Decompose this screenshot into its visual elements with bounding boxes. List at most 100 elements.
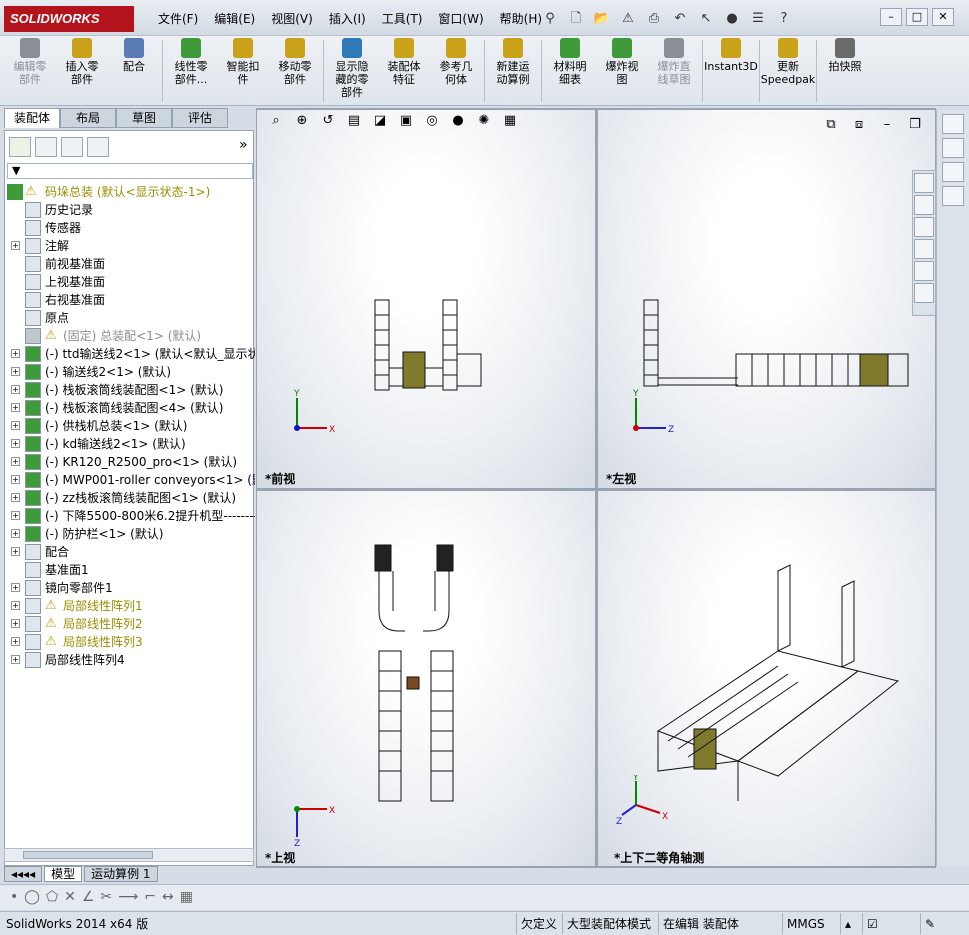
expand-toggle-icon[interactable]: + [11, 529, 20, 538]
cmd-button-7[interactable]: 装配体 特征 [378, 36, 430, 102]
tree-item[interactable]: 前视基准面 [5, 255, 255, 273]
file-explorer-icon[interactable] [914, 217, 934, 237]
open-folder-icon[interactable]: 📂 [592, 9, 612, 29]
configuration-manager-icon[interactable] [61, 137, 83, 157]
expand-toggle-icon[interactable]: + [11, 457, 20, 466]
polygon-icon[interactable]: ⬠ [46, 889, 58, 905]
tab-layout[interactable]: 布局 [60, 108, 116, 128]
menu-insert[interactable]: 插入(I) [321, 10, 374, 28]
undo-icon[interactable]: ↶ [670, 9, 690, 29]
tree-item[interactable]: + 镜向零部件1 [5, 579, 255, 597]
cmd-button-4[interactable]: 智能扣 件 [217, 36, 269, 102]
pin-icon[interactable]: ⚲ [540, 9, 560, 29]
single-view-icon[interactable]: ⧈ [848, 116, 870, 134]
cmd-button-6[interactable]: 显示隐 藏的零 部件 [326, 36, 378, 102]
expand-toggle-icon[interactable]: + [11, 601, 20, 610]
scrollbar-thumb[interactable] [23, 851, 153, 859]
tree-item[interactable]: 原点 [5, 309, 255, 327]
property-manager-icon[interactable] [35, 137, 57, 157]
tree-item[interactable]: + ⚠ 局部线性阵列2 [5, 615, 255, 633]
tab-scroll-arrows[interactable]: ◂◂◂◂ [4, 866, 43, 882]
corner-icon[interactable]: ⌐ [144, 889, 156, 905]
section-view-icon[interactable]: ▤ [343, 112, 365, 130]
tree-item[interactable]: + (-) 下降5500-800米6.2提升机型--------总装 [5, 507, 255, 525]
feature-tree-icon[interactable] [9, 137, 31, 157]
tree-item[interactable]: + (-) 栈板滚筒线装配图<4> (默认) [5, 399, 255, 417]
expand-toggle-icon[interactable]: + [11, 547, 20, 556]
tag-icon[interactable]: ✎ [920, 913, 960, 934]
expand-toggle-icon[interactable]: + [11, 619, 20, 628]
tree-scrollbar[interactable] [4, 848, 254, 862]
cmd-button-3[interactable]: 线性零 部件... [165, 36, 217, 102]
expand-toggle-icon[interactable]: + [11, 511, 20, 520]
expand-toggle-icon[interactable]: + [11, 385, 20, 394]
cmd-button-0[interactable]: 编辑零 部件 [4, 36, 56, 102]
tab-evaluate[interactable]: 评估 [172, 108, 228, 128]
expand-toggle-icon[interactable]: + [11, 439, 20, 448]
previous-view-icon[interactable]: ↺ [317, 112, 339, 130]
tree-item[interactable]: + (-) kd输送线2<1> (默认) [5, 435, 255, 453]
tree-item[interactable]: + (-) 防护栏<1> (默认) [5, 525, 255, 543]
cmd-button-5[interactable]: 移动零 部件 [269, 36, 321, 102]
tree-item[interactable]: + (-) ttd输送线2<1> (默认<默认_显示状态 [5, 345, 255, 363]
tree-item[interactable]: + (-) 输送线2<1> (默认) [5, 363, 255, 381]
cmd-button-13[interactable]: Instant3D [704, 36, 758, 102]
restore-viewport-icon[interactable]: ❐ [904, 116, 926, 134]
appearances-icon[interactable] [914, 261, 934, 281]
tree-item[interactable]: 历史记录 [5, 201, 255, 219]
restore-icon[interactable]: □ [906, 8, 928, 26]
hide-show-icon[interactable]: ◎ [421, 112, 443, 130]
design-library-icon[interactable] [914, 195, 934, 215]
rebuild-icon[interactable]: ⚠ [618, 9, 638, 29]
options-icon[interactable]: ☰ [748, 9, 768, 29]
tree-item[interactable]: + (-) MWP001-roller conveyors<1> (默认) [5, 471, 255, 489]
tab-motion-study[interactable]: 运动算例 1 [84, 866, 158, 882]
appearance-icon[interactable]: ● [447, 112, 469, 130]
tree-item[interactable]: 上视基准面 [5, 273, 255, 291]
viewport-top[interactable]: X Z *上视 [257, 491, 595, 866]
table-icon[interactable]: ▦ [180, 889, 193, 905]
tree-item[interactable]: + (-) KR120_R2500_pro<1> (默认) [5, 453, 255, 471]
check-icon[interactable]: ☑ [862, 913, 884, 934]
angle-icon[interactable]: ∠ [82, 889, 95, 905]
menu-tools[interactable]: 工具(T) [374, 10, 431, 28]
task-pane-item4-icon[interactable] [942, 186, 964, 206]
print-icon[interactable]: ⎙ [644, 9, 664, 29]
tree-item[interactable]: + ⚠ 局部线性阵列3 [5, 633, 255, 651]
view-orientation-icon[interactable]: ◪ [369, 112, 391, 130]
tree-item[interactable]: + (-) 栈板滚筒线装配图<1> (默认) [5, 381, 255, 399]
cmd-button-11[interactable]: 爆炸视 图 [596, 36, 648, 102]
menu-view[interactable]: 视图(V) [263, 10, 321, 28]
custom-properties-icon[interactable] [914, 283, 934, 303]
extend-icon[interactable]: ⟶ [118, 889, 138, 905]
view-palette-icon[interactable] [914, 239, 934, 259]
dimension-icon[interactable]: ↔ [162, 889, 174, 905]
cmd-button-15[interactable]: 拍快照 [819, 36, 871, 102]
tree-item[interactable]: + 局部线性阵列4 [5, 651, 255, 669]
cmd-button-12[interactable]: 爆炸直 线草图 [648, 36, 700, 102]
circle-icon[interactable]: ◯ [24, 889, 40, 905]
tab-sketch[interactable]: 草图 [116, 108, 172, 128]
expand-toggle-icon[interactable]: + [11, 421, 20, 430]
expand-toggle-icon[interactable]: + [11, 349, 20, 358]
viewport-isometric[interactable]: X Y Z *上下二等角轴测 [598, 491, 935, 866]
cmd-button-8[interactable]: 参考几 何体 [430, 36, 482, 102]
task-pane-pin-icon[interactable] [942, 138, 964, 158]
display-style-icon[interactable]: ▣ [395, 112, 417, 130]
help-icon[interactable]: ? [774, 9, 794, 29]
cmd-button-9[interactable]: 新建运 动算例 [487, 36, 539, 102]
expand-toggle-icon[interactable]: + [11, 637, 20, 646]
task-pane-close-icon[interactable] [942, 114, 964, 134]
tree-item[interactable]: + ⚠ 局部线性阵列1 [5, 597, 255, 615]
expand-toggle-icon[interactable]: + [11, 367, 20, 376]
cmd-button-1[interactable]: 插入零 部件 [56, 36, 108, 102]
viewport-left[interactable]: ⧉ ⧈ – ❐ ✕ Z Y *左视 [598, 110, 948, 488]
tree-item[interactable]: + (-) 供栈机总装<1> (默认) [5, 417, 255, 435]
expand-toggle-icon[interactable]: + [11, 655, 20, 664]
expand-toggle-icon[interactable]: + [11, 493, 20, 502]
expand-toggle-icon[interactable]: + [11, 241, 20, 250]
close-icon[interactable]: ✕ [932, 8, 954, 26]
expand-panel-icon[interactable]: » [239, 137, 248, 153]
point-icon[interactable]: • [10, 889, 18, 905]
cmd-button-10[interactable]: 材料明 细表 [544, 36, 596, 102]
